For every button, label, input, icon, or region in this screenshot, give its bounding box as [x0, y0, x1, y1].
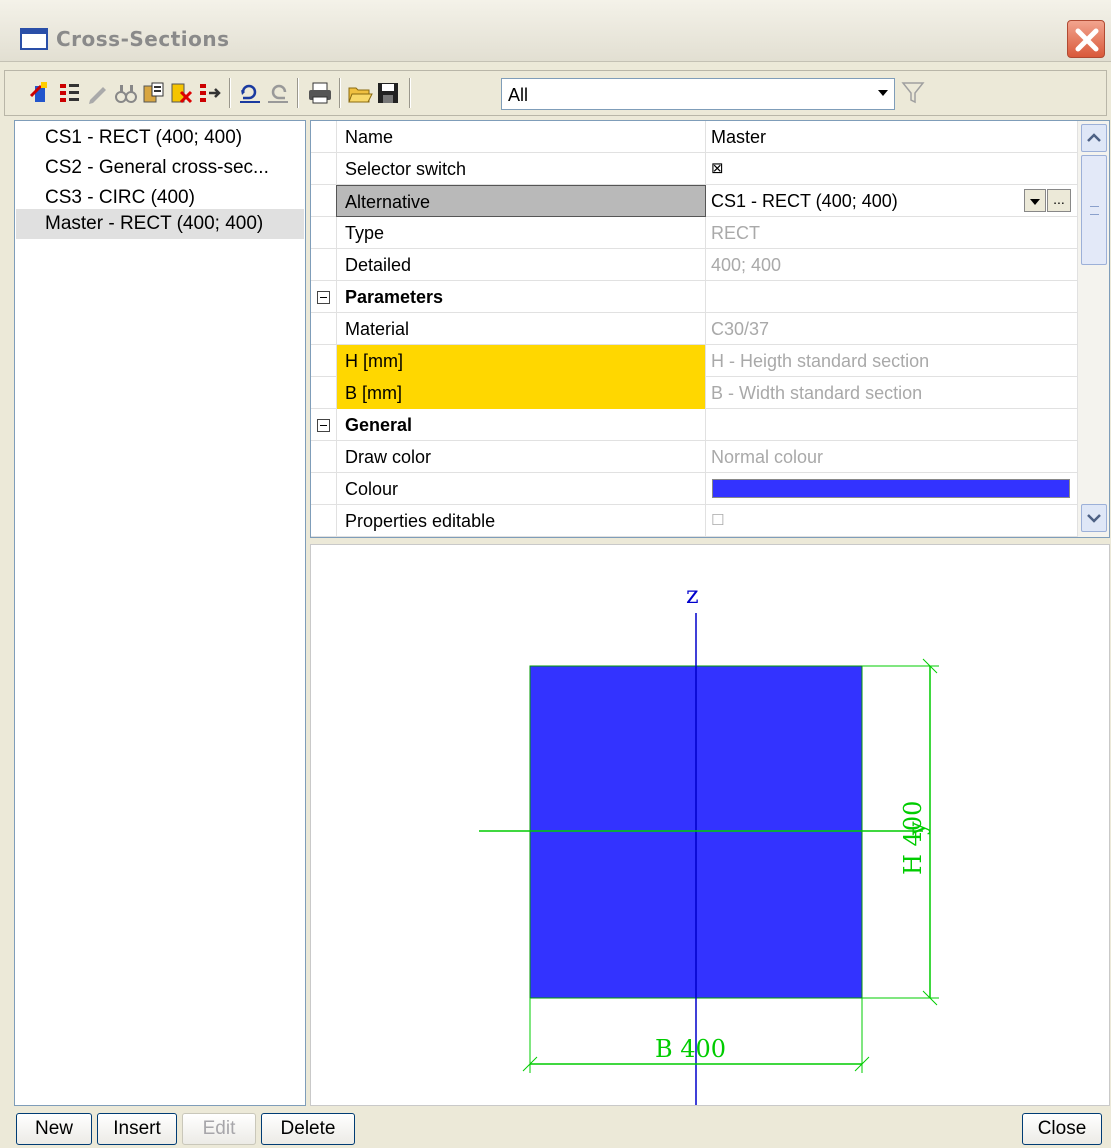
list-item[interactable]: CS2 - General cross-sec... — [16, 153, 269, 183]
filter-select[interactable]: All — [501, 78, 895, 110]
window-icon — [20, 28, 48, 50]
property-row: Type RECT — [311, 217, 1077, 249]
property-label: Draw color — [336, 441, 706, 473]
edit-icon[interactable] — [85, 80, 111, 106]
chevron-up-icon — [1087, 133, 1101, 142]
open-icon[interactable] — [347, 80, 373, 106]
property-row: Selector switch ⊠ — [311, 153, 1077, 185]
delete-icon[interactable] — [169, 80, 195, 106]
print-icon[interactable] — [307, 80, 333, 106]
property-row: Colour — [311, 473, 1077, 505]
property-label-highlighted: H [mm] — [336, 345, 706, 377]
export-icon[interactable] — [197, 80, 223, 106]
property-row: Draw color Normal colour — [311, 441, 1077, 473]
window-title: Cross-Sections — [56, 27, 230, 51]
grid-scrollbar[interactable] — [1077, 121, 1109, 537]
properties-icon[interactable] — [57, 80, 83, 106]
insert-button[interactable]: Insert — [97, 1113, 177, 1145]
category-label: General — [336, 409, 706, 441]
selector-switch-checkbox[interactable]: ⊠ — [706, 153, 1077, 185]
collapse-icon[interactable] — [317, 419, 330, 432]
chevron-down-icon — [1087, 514, 1101, 523]
properties-editable-checkbox[interactable]: ☐ — [706, 505, 1077, 537]
new-icon[interactable] — [27, 80, 53, 106]
cross-section-list[interactable]: CS1 - RECT (400; 400) CS2 - General cros… — [14, 120, 306, 1106]
toolbar: All — [4, 70, 1107, 116]
close-button[interactable]: Close — [1022, 1113, 1102, 1145]
dimension-label-b: B 400 — [655, 1035, 726, 1063]
save-icon[interactable] — [375, 80, 401, 106]
toolbar-separator — [339, 78, 341, 108]
property-label: Detailed — [336, 249, 706, 281]
scroll-thumb[interactable] — [1081, 155, 1107, 265]
scroll-up-button[interactable] — [1081, 124, 1107, 152]
property-label-selected: Alternative — [336, 185, 706, 217]
property-row: Detailed 400; 400 — [311, 249, 1077, 281]
property-label: Properties editable — [336, 505, 706, 537]
type-value: RECT — [711, 223, 760, 243]
toolbar-separator — [409, 78, 411, 108]
delete-button[interactable]: Delete — [261, 1113, 355, 1145]
close-window-button[interactable] — [1067, 20, 1105, 58]
name-value[interactable]: Master — [706, 121, 1077, 153]
detailed-value: 400; 400 — [711, 255, 782, 275]
property-row: Material C30/37 — [311, 313, 1077, 345]
alternative-ellipsis-button[interactable]: ... — [1047, 189, 1071, 212]
scroll-down-button[interactable] — [1081, 504, 1107, 532]
chevron-down-icon[interactable] — [878, 90, 888, 96]
h-value[interactable]: H - Heigth standard section — [706, 345, 1077, 377]
undo-icon[interactable] — [237, 80, 263, 106]
material-value: C30/37 — [711, 319, 770, 339]
redo-icon[interactable] — [265, 80, 291, 106]
property-label: Colour — [336, 473, 706, 505]
cross-sections-dialog: Cross-Sections All CS1 - RECT (400; 400)… — [0, 0, 1111, 1148]
alternative-combo[interactable]: CS1 - RECT (400; 400) ... — [706, 185, 1077, 217]
collapse-icon[interactable] — [317, 291, 330, 304]
dimension-label-h: H 400 — [899, 801, 927, 875]
y-axis-label: y — [903, 821, 931, 836]
section-preview: z H 400 y B 400 — [310, 544, 1110, 1106]
property-row: Properties editable ☐ — [311, 505, 1077, 537]
category-label: Parameters — [336, 281, 706, 313]
property-grid: Name Master Selector switch ⊠ Alternativ… — [310, 120, 1110, 538]
category-row-general: General — [311, 409, 1077, 441]
property-label-highlighted: B [mm] — [336, 377, 706, 409]
property-row: Name Master — [311, 121, 1077, 153]
title-bar: Cross-Sections — [0, 0, 1111, 62]
filter-select-value: All — [508, 85, 529, 105]
category-row-parameters: Parameters — [311, 281, 1077, 313]
close-icon — [1075, 28, 1099, 52]
toolbar-separator — [229, 78, 231, 108]
chevron-down-icon — [1030, 199, 1040, 205]
toolbar-separator — [297, 78, 299, 108]
find-icon[interactable] — [113, 80, 139, 106]
property-row: H [mm] H - Heigth standard section — [311, 345, 1077, 377]
alternative-value: CS1 - RECT (400; 400) — [711, 191, 898, 211]
property-row: Alternative CS1 - RECT (400; 400) ... — [311, 185, 1077, 217]
list-item[interactable]: CS1 - RECT (400; 400) — [16, 123, 242, 153]
property-label: Selector switch — [336, 153, 706, 185]
z-axis-label: z — [686, 581, 699, 609]
new-button[interactable]: New — [16, 1113, 92, 1145]
copy-icon[interactable] — [141, 80, 167, 106]
colour-value[interactable] — [706, 473, 1077, 505]
list-item-selected[interactable]: Master - RECT (400; 400) — [16, 209, 304, 239]
property-label: Material — [336, 313, 706, 345]
filter-icon[interactable] — [901, 80, 925, 111]
property-row: B [mm] B - Width standard section — [311, 377, 1077, 409]
colour-swatch — [712, 479, 1070, 498]
alternative-dropdown-button[interactable] — [1024, 189, 1046, 212]
property-label: Name — [336, 121, 706, 153]
b-value[interactable]: B - Width standard section — [706, 377, 1077, 409]
edit-button[interactable]: Edit — [182, 1113, 256, 1145]
property-label: Type — [336, 217, 706, 249]
draw-color-value[interactable]: Normal colour — [706, 441, 1077, 473]
